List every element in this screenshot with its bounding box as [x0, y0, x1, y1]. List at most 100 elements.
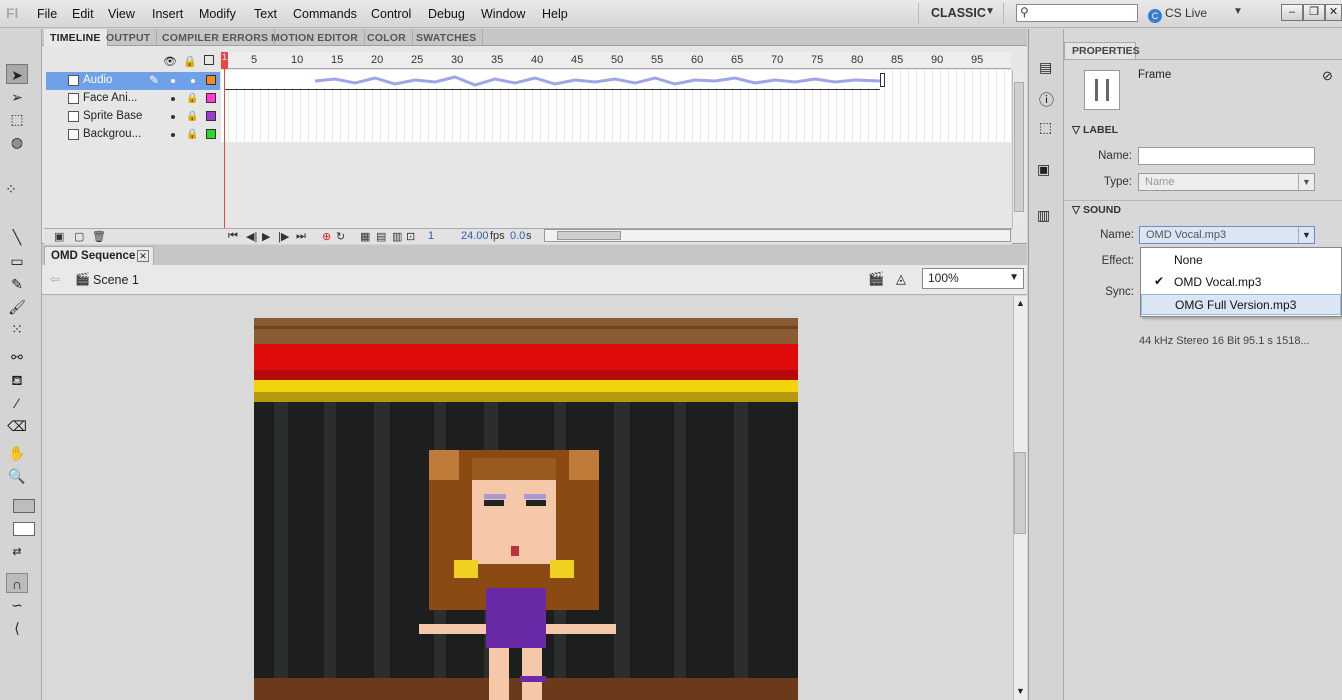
- menu-insert[interactable]: Insert: [152, 7, 183, 21]
- center-frame-icon[interactable]: ⊕: [322, 230, 331, 243]
- layer-color-swatch[interactable]: [206, 129, 216, 139]
- sound-name-select[interactable]: OMD Vocal.mp3 ▼: [1139, 226, 1315, 244]
- menu-window[interactable]: Window: [481, 7, 525, 21]
- selection-tool-icon[interactable]: ➤: [6, 64, 28, 84]
- menu-file[interactable]: File: [37, 7, 57, 21]
- visibility-dot[interactable]: [171, 133, 175, 137]
- close-button[interactable]: ✕: [1325, 4, 1342, 21]
- step-forward-icon[interactable]: |▶: [278, 230, 289, 243]
- new-folder-icon[interactable]: ▢: [74, 230, 84, 243]
- trash-icon[interactable]: 🗑: [92, 230, 106, 243]
- layer-color-swatch[interactable]: [206, 93, 216, 103]
- menu-modify[interactable]: Modify: [199, 7, 236, 21]
- step-back-icon[interactable]: ◀|: [246, 230, 257, 243]
- eye-icon[interactable]: 👁: [163, 55, 177, 68]
- deco-tool-icon[interactable]: ⁘: [0, 179, 22, 199]
- label-section-header[interactable]: ▽ LABEL: [1072, 124, 1118, 136]
- tab-compiler-errors[interactable]: COMPILER ERRORS: [156, 29, 276, 46]
- menu-commands[interactable]: Commands: [293, 7, 357, 21]
- play-icon[interactable]: ▶: [262, 230, 270, 243]
- lock-dot[interactable]: [191, 79, 195, 83]
- layer-row[interactable]: Sprite Base 🔒: [46, 108, 220, 126]
- bone-tool-icon[interactable]: ⚯: [6, 347, 28, 367]
- sound-section-header[interactable]: ▽ SOUND: [1072, 204, 1121, 216]
- back-arrow-icon[interactable]: ⇦: [50, 272, 60, 286]
- frame-ruler[interactable]: 5 10 15 20 25 30 35 40 45 50 55 60 65 70…: [221, 52, 1011, 69]
- info-icon[interactable]: ⓘ: [1039, 89, 1054, 110]
- playhead[interactable]: 1: [221, 52, 228, 69]
- timeline-horizontal-scrollbar[interactable]: [544, 229, 1011, 242]
- menu-text[interactable]: Text: [254, 7, 277, 21]
- audio-end-keyframe[interactable]: [880, 73, 885, 87]
- straighten-icon[interactable]: ⟨: [6, 618, 28, 638]
- menu-debug[interactable]: Debug: [428, 7, 465, 21]
- scroll-thumb[interactable]: [1014, 82, 1024, 212]
- library-icon[interactable]: ▣: [1037, 161, 1050, 178]
- edit-symbols-icon[interactable]: ◬: [896, 271, 906, 287]
- paint-bucket-tool-icon[interactable]: ⛾: [6, 370, 28, 390]
- fill-color-swatch[interactable]: [13, 522, 35, 536]
- loop-icon[interactable]: ↻: [336, 230, 345, 243]
- document-tab[interactable]: OMD Sequence ✕: [44, 246, 154, 265]
- tab-timeline[interactable]: TIMELINE: [44, 29, 108, 46]
- pencil-tool-icon[interactable]: ✎: [6, 274, 28, 294]
- close-icon[interactable]: ✕: [137, 250, 149, 262]
- visibility-dot[interactable]: [171, 79, 175, 83]
- menu-control[interactable]: Control: [371, 7, 411, 21]
- tab-output[interactable]: OUTPUT: [100, 29, 158, 46]
- frame-rate-value[interactable]: 24.00: [461, 230, 489, 242]
- sound-dropdown-list[interactable]: None ✔ OMD Vocal.mp3 OMG Full Version.mp…: [1140, 247, 1342, 317]
- help-icon[interactable]: ⊘: [1322, 68, 1333, 84]
- onion-skin-icon[interactable]: ▦: [360, 230, 370, 243]
- stage[interactable]: [254, 318, 798, 700]
- lock-icon[interactable]: 🔒: [186, 111, 198, 122]
- onion-outline-icon[interactable]: ▤: [376, 230, 386, 243]
- stroke-color-swatch[interactable]: [13, 499, 35, 513]
- layer-color-swatch[interactable]: [206, 111, 216, 121]
- components-icon[interactable]: ▥: [1037, 207, 1050, 224]
- swap-colors-icon[interactable]: ⇄: [6, 542, 28, 562]
- tab-swatches[interactable]: SWATCHES: [410, 29, 484, 46]
- lock-icon[interactable]: 🔒: [186, 93, 198, 104]
- cs-live-button[interactable]: C CS Live: [1148, 6, 1207, 23]
- scroll-up-icon[interactable]: ▲: [1016, 298, 1025, 308]
- scroll-thumb[interactable]: [1014, 452, 1026, 534]
- hand-tool-icon[interactable]: ✋: [6, 443, 28, 463]
- restore-button[interactable]: ❐: [1303, 4, 1325, 21]
- label-name-input[interactable]: [1138, 147, 1315, 165]
- layer-row[interactable]: Face Ani... 🔒: [46, 90, 220, 108]
- menu-view[interactable]: View: [108, 7, 135, 21]
- layer-row[interactable]: Backgrou... 🔒: [46, 126, 220, 144]
- lock-icon[interactable]: 🔒: [183, 55, 197, 68]
- tab-motion-editor[interactable]: MOTION EDITOR: [265, 29, 365, 46]
- align-panel-icon[interactable]: ▤: [1039, 59, 1052, 76]
- sound-option[interactable]: None: [1141, 250, 1341, 271]
- spray-tool-icon[interactable]: ⁙: [6, 319, 28, 339]
- zoom-tool-icon[interactable]: 🔍: [6, 466, 28, 486]
- layer-row[interactable]: Audio ✎: [46, 72, 220, 90]
- line-tool-icon[interactable]: ╲: [6, 227, 28, 247]
- smooth-icon[interactable]: ∽: [6, 595, 28, 615]
- current-frame-value[interactable]: 1: [428, 230, 434, 242]
- label-type-select[interactable]: Name ▼: [1138, 173, 1315, 191]
- lock-icon[interactable]: 🔒: [186, 129, 198, 140]
- tab-properties[interactable]: PROPERTIES: [1064, 42, 1140, 59]
- scroll-down-icon[interactable]: ▼: [1016, 686, 1025, 696]
- brush-tool-icon[interactable]: 🖌: [6, 297, 28, 317]
- zoom-select[interactable]: 100% ▼: [922, 268, 1024, 289]
- scroll-thumb[interactable]: [557, 231, 621, 240]
- last-frame-icon[interactable]: ⏭: [296, 230, 306, 243]
- transform-icon[interactable]: ⬚: [1039, 119, 1052, 136]
- modify-markers-icon[interactable]: ⊡: [406, 230, 415, 243]
- sound-option[interactable]: OMG Full Version.mp3: [1141, 294, 1341, 315]
- edit-scene-icon[interactable]: 🎬: [868, 271, 884, 287]
- 3d-rotation-tool-icon[interactable]: ◍: [6, 132, 28, 152]
- first-frame-icon[interactable]: ⏮: [228, 230, 238, 243]
- outline-icon[interactable]: [204, 55, 214, 65]
- menu-help[interactable]: Help: [542, 7, 568, 21]
- rectangle-tool-icon[interactable]: ▭: [6, 251, 28, 271]
- chevron-down-icon[interactable]: ▼: [1233, 6, 1243, 17]
- edit-multiple-icon[interactable]: ▥: [392, 230, 402, 243]
- visibility-dot[interactable]: [171, 115, 175, 119]
- eyedropper-tool-icon[interactable]: ⁄: [6, 393, 28, 413]
